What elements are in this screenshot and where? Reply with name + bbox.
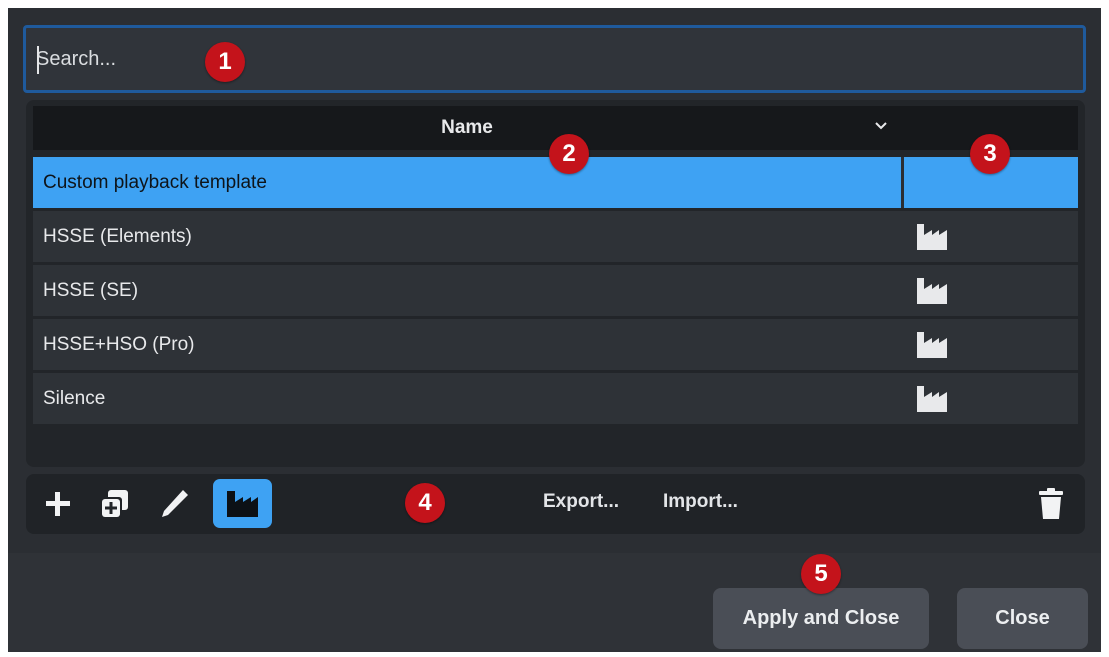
trash-icon	[1039, 488, 1063, 519]
apply-and-close-button[interactable]: Apply and Close	[713, 588, 929, 649]
callout-badge: 1	[205, 42, 245, 82]
factory-icon	[917, 278, 947, 304]
chevron-down-icon[interactable]	[871, 116, 891, 136]
search-box[interactable]	[23, 25, 1086, 93]
row-type-cell	[904, 265, 1078, 316]
callout-badge: 3	[970, 134, 1010, 174]
row-type-cell	[904, 211, 1078, 262]
row-name: Silence	[43, 388, 106, 409]
list-row[interactable]: HSSE (Elements)	[33, 211, 1078, 262]
edit-template-button[interactable]	[152, 482, 196, 526]
row-name: HSSE+HSO (Pro)	[43, 334, 195, 355]
callout-badge: 4	[405, 483, 445, 523]
factory-icon	[917, 224, 947, 250]
factory-icon	[227, 491, 258, 517]
playback-templates-dialog: Name Custom playback template HSSE (Elem…	[8, 8, 1101, 652]
list-row[interactable]: Silence	[33, 373, 1078, 424]
list-toolbar: Export... Import...	[26, 474, 1085, 534]
duplicate-template-button[interactable]	[92, 482, 136, 526]
callout-badge: 5	[801, 554, 841, 594]
close-button[interactable]: Close	[957, 588, 1088, 649]
text-cursor	[37, 46, 39, 74]
duplicate-icon	[100, 490, 128, 519]
factory-filter-button[interactable]	[213, 479, 272, 528]
import-button[interactable]: Import...	[663, 491, 738, 513]
column-header-name[interactable]: Name	[33, 106, 901, 150]
callout-badge: 2	[549, 134, 589, 174]
row-type-cell	[904, 373, 1078, 424]
row-name: HSSE (SE)	[43, 280, 139, 301]
delete-template-button[interactable]	[1029, 482, 1073, 526]
list-row[interactable]: HSSE (SE)	[33, 265, 1078, 316]
factory-icon	[917, 386, 947, 412]
list-row[interactable]: HSSE+HSO (Pro)	[33, 319, 1078, 370]
export-button[interactable]: Export...	[543, 491, 619, 513]
search-input[interactable]	[26, 28, 1083, 90]
row-name: Custom playback template	[33, 157, 901, 208]
factory-icon	[917, 332, 947, 358]
row-name: HSSE (Elements)	[43, 226, 192, 247]
row-type-cell	[904, 319, 1078, 370]
plus-icon	[46, 492, 70, 516]
pencil-icon	[162, 490, 188, 517]
dialog-footer: Apply and Close Close	[8, 553, 1101, 652]
add-template-button[interactable]	[36, 482, 80, 526]
